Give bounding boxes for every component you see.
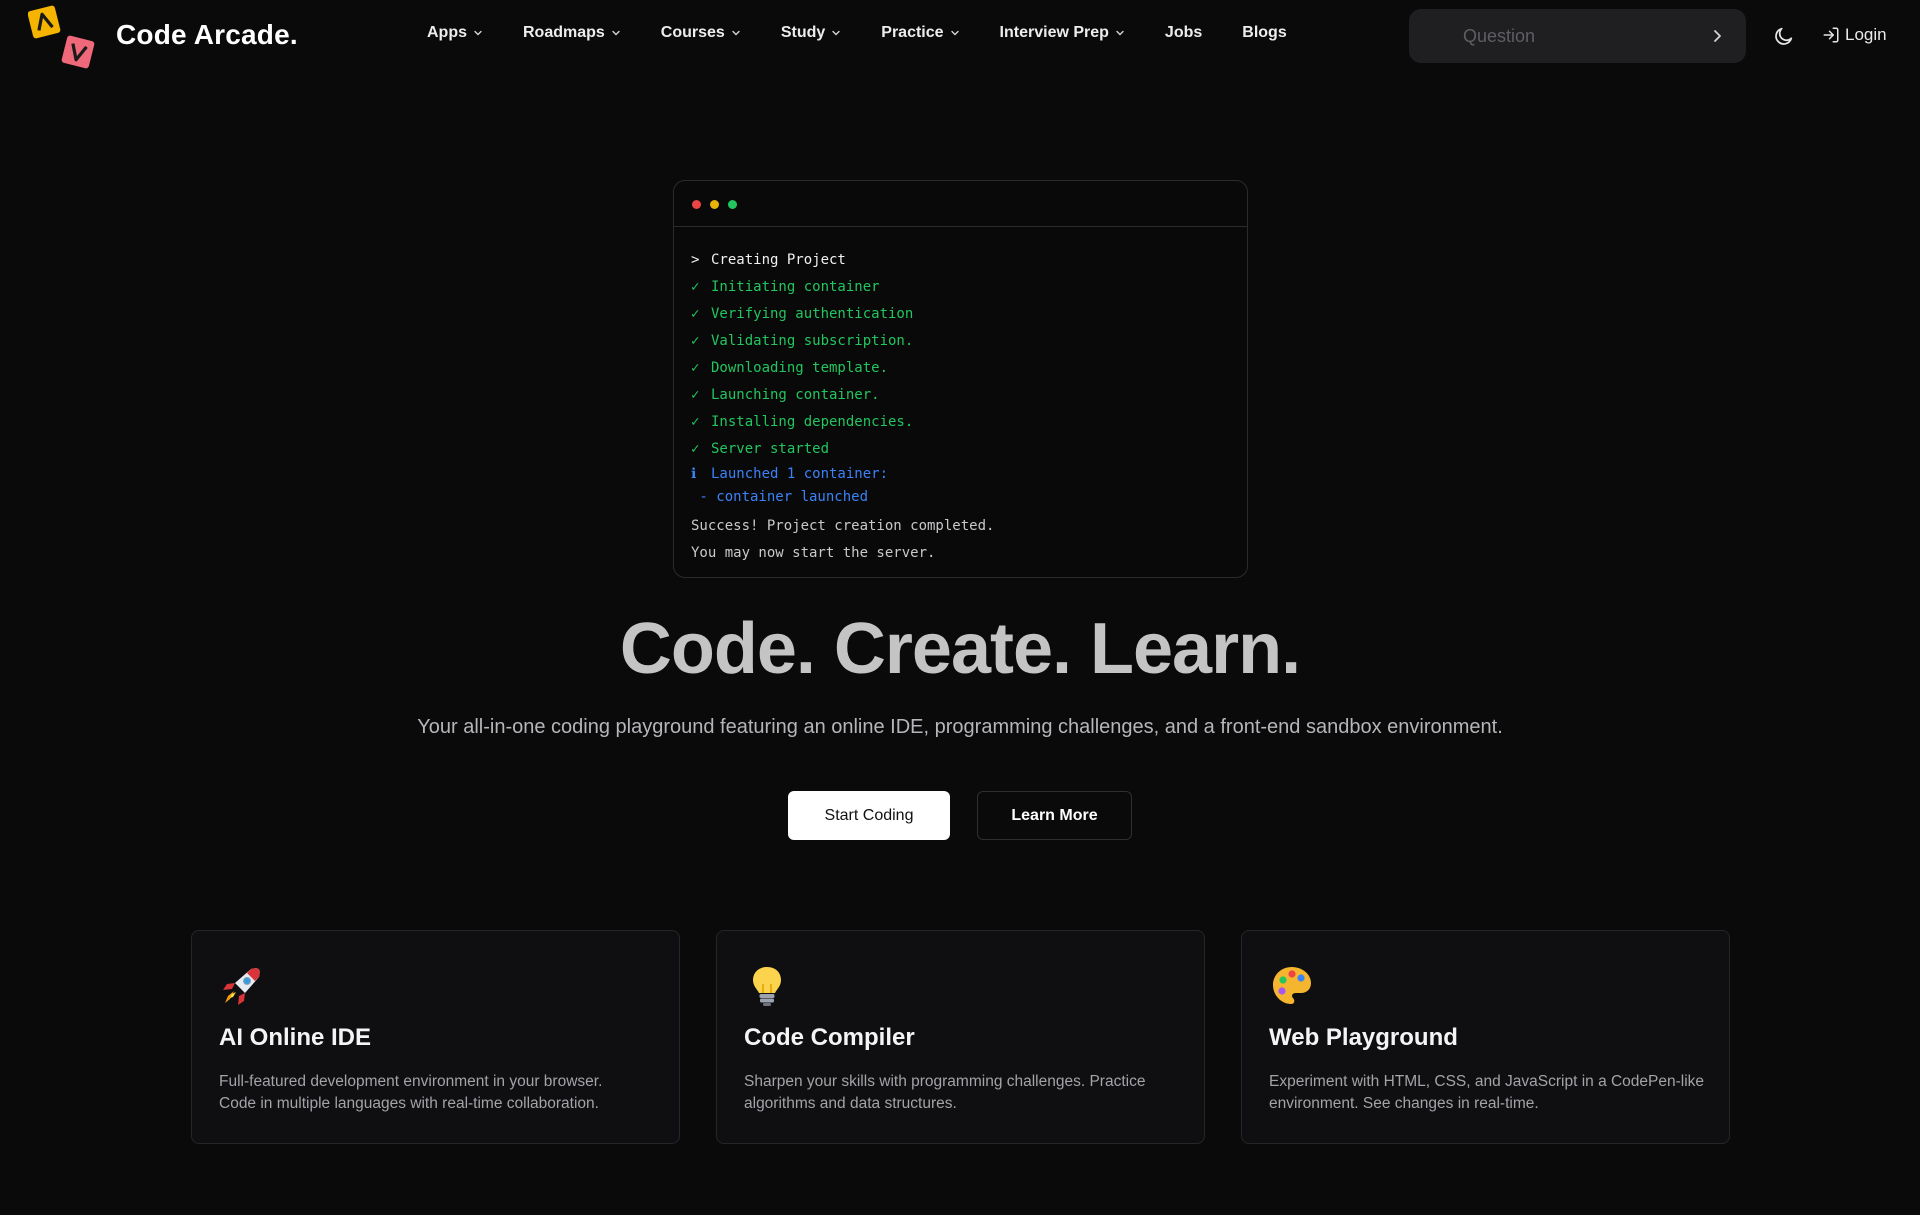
chevron-down-icon xyxy=(612,30,620,36)
nav-item-interview-prep[interactable]: Interview Prep xyxy=(1000,24,1125,42)
log-in-icon xyxy=(1823,27,1839,43)
card-description-line: algorithms and data structures. xyxy=(744,1095,957,1112)
nav-item-label: Roadmaps xyxy=(523,24,605,41)
nav-item-apps[interactable]: Apps xyxy=(427,24,483,42)
feature-card-code-compiler[interactable]: Code Compiler Sharpen your skills with p… xyxy=(716,930,1205,1144)
card-description-line: Code in multiple languages with real-tim… xyxy=(219,1095,599,1112)
moon-icon[interactable] xyxy=(1773,25,1795,47)
check-icon: ✓ xyxy=(691,279,700,295)
check-icon: ✓ xyxy=(691,414,700,430)
chevron-right-icon[interactable] xyxy=(1710,29,1724,43)
search-bar xyxy=(1409,9,1746,63)
nav-item-study[interactable]: Study xyxy=(781,24,841,42)
nav-item-courses[interactable]: Courses xyxy=(661,24,741,42)
main-nav: Apps Roadmaps Courses Study Practice Intervie… xyxy=(427,24,1327,42)
chevron-down-icon xyxy=(832,30,840,36)
check-icon: ✓ xyxy=(691,306,700,322)
chevron-down-icon xyxy=(950,30,959,36)
terminal-line: ✓ Installing dependencies. xyxy=(691,409,1247,436)
terminal-line: ℹ Launched 1 container: xyxy=(691,463,1247,486)
nav-item-label: Practice xyxy=(881,24,944,41)
feature-card-ai-ide[interactable]: AI Online IDE Full-featured development … xyxy=(191,930,680,1144)
terminal-line: Success! Project creation completed. xyxy=(691,513,1247,540)
info-icon: ℹ xyxy=(691,466,697,482)
terminal-window: > Creating Project ✓ Initiating container ✓ V… xyxy=(673,180,1248,578)
card-description-line: Full-featured development environment in… xyxy=(219,1073,603,1090)
nav-item-label: Jobs xyxy=(1164,24,1203,41)
nav-item-practice[interactable]: Practice xyxy=(881,24,959,42)
nav-item-label: Courses xyxy=(660,24,725,41)
hero-subtitle: Your all-in-one coding playground featur… xyxy=(417,716,1503,738)
logo-icon[interactable] xyxy=(28,2,100,72)
login-label: Login xyxy=(1845,25,1887,44)
site-header: Code Arcade. Apps Roadmaps Courses Study Pra… xyxy=(0,0,1920,74)
chevron-down-icon xyxy=(474,30,482,36)
card-title: AI Online IDE xyxy=(219,1024,372,1051)
terminal-line-text: Verifying authentication xyxy=(711,306,914,322)
terminal-line-text: Initiating container xyxy=(711,279,880,295)
start-coding-button[interactable]: Start Coding xyxy=(788,791,950,840)
terminal-line-text: - container launched xyxy=(691,489,869,505)
nav-item-label: Apps xyxy=(427,24,467,41)
chevron-down-icon xyxy=(732,30,740,36)
terminal-line-text: Launching container. xyxy=(711,387,880,403)
rocket-icon xyxy=(223,968,260,1005)
terminal-line: ✓ Downloading template. xyxy=(691,355,1247,382)
hero-title: Code. Create. Learn. xyxy=(619,609,1301,689)
terminal-output: > Creating Project ✓ Initiating container ✓ V… xyxy=(674,227,1247,567)
card-description-line: Sharpen your skills with programming cha… xyxy=(744,1073,1146,1090)
terminal-line-text: You may now start the server. xyxy=(691,545,936,561)
card-description: Full-featured development environment in… xyxy=(219,1071,659,1115)
card-description: Experiment with HTML, CSS, and JavaScrip… xyxy=(1269,1071,1709,1115)
nav-item-label: Blogs xyxy=(1242,24,1287,41)
terminal-line-text: Downloading template. xyxy=(711,360,889,376)
terminal-line: ✓ Launching container. xyxy=(691,382,1247,409)
chevron-down-icon xyxy=(1116,30,1124,36)
check-icon: ✓ xyxy=(691,441,700,457)
terminal-line: ✓ Verifying authentication xyxy=(691,301,1247,328)
check-icon: ✓ xyxy=(691,333,700,349)
page: Code Arcade. Apps Roadmaps Courses Study Pra… xyxy=(0,0,1920,1215)
terminal-line: ✓ Validating subscription. xyxy=(691,328,1247,355)
card-title: Web Playground xyxy=(1269,1024,1458,1051)
terminal-line: - container launched xyxy=(691,486,1247,509)
maximize-dot-icon xyxy=(728,200,737,209)
card-title: Code Compiler xyxy=(744,1024,915,1051)
brand-name[interactable]: Code Arcade. xyxy=(116,19,298,51)
terminal-line: > Creating Project xyxy=(691,247,1247,274)
terminal-line: ✓ Initiating container xyxy=(691,274,1247,301)
terminal-line: ✓ Server started xyxy=(691,436,1247,463)
search-input[interactable] xyxy=(1409,9,1710,63)
terminal-line-text: Server started xyxy=(711,441,830,457)
nav-item-blogs[interactable]: Blogs xyxy=(1242,24,1286,42)
card-description-line: Experiment with HTML, CSS, and JavaScrip… xyxy=(1269,1073,1705,1090)
terminal-line: You may now start the server. xyxy=(691,540,1247,567)
minimize-dot-icon xyxy=(710,200,719,209)
terminal-line-text: Creating Project xyxy=(711,252,846,268)
card-description-line: environment. See changes in real-time. xyxy=(1269,1095,1539,1112)
terminal-line-text: Validating subscription. xyxy=(711,333,914,349)
terminal-line-text: Installing dependencies. xyxy=(711,414,914,430)
check-icon: ✓ xyxy=(691,387,700,403)
terminal-titlebar xyxy=(674,181,1247,227)
terminal-line-text: Launched 1 container: xyxy=(711,466,889,482)
close-dot-icon xyxy=(692,200,701,209)
lightbulb-icon xyxy=(753,967,781,1006)
card-description: Sharpen your skills with programming cha… xyxy=(744,1071,1184,1115)
learn-more-button[interactable]: Learn More xyxy=(977,791,1132,840)
feature-card-web-playground[interactable]: Web Playground Experiment with HTML, CSS… xyxy=(1241,930,1730,1144)
nav-item-roadmaps[interactable]: Roadmaps xyxy=(523,24,621,42)
terminal-line-text: Success! Project creation completed. xyxy=(691,518,995,534)
nav-item-label: Interview Prep xyxy=(999,24,1109,41)
login-button[interactable]: Login xyxy=(1822,25,1887,45)
nav-item-jobs[interactable]: Jobs xyxy=(1165,24,1202,42)
palette-icon xyxy=(1273,967,1311,1004)
nav-item-label: Study xyxy=(780,24,826,41)
check-icon: ✓ xyxy=(691,360,700,376)
prompt-icon: > xyxy=(691,252,700,268)
